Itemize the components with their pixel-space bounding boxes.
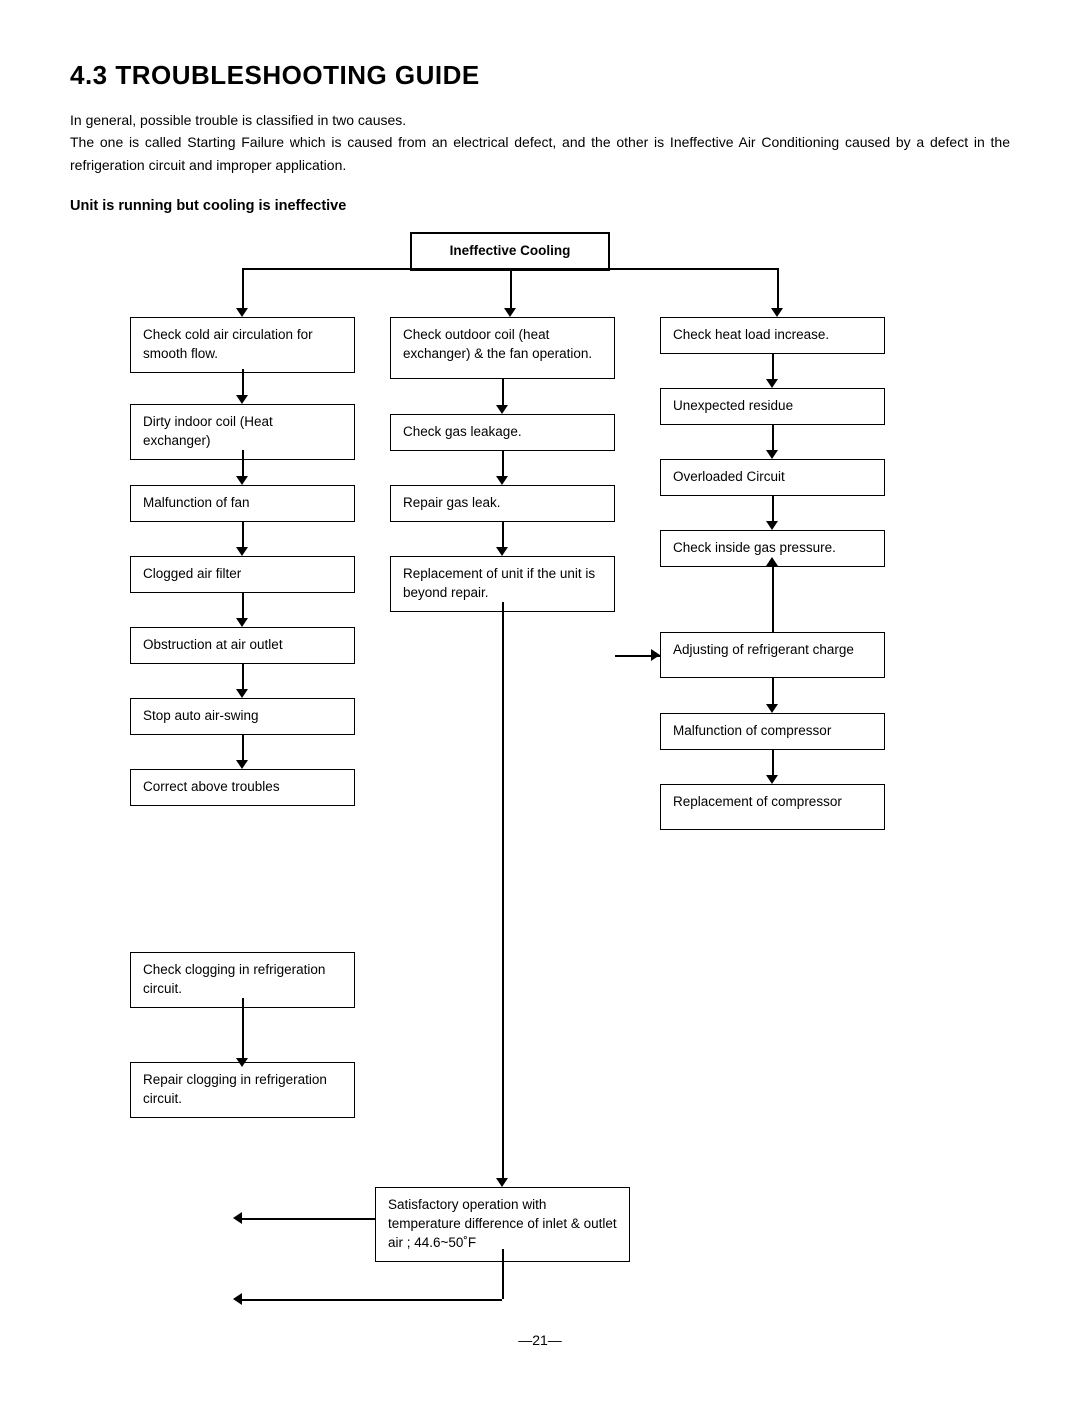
box-col1-7: Correct above troubles [130,769,355,806]
arr-c2-2h [496,476,508,485]
box-col3-1: Check heat load increase. [660,317,885,354]
arr-c1-4h [236,618,248,627]
arrow-ic-center [510,268,512,312]
arr-c1-5h [236,689,248,698]
arr-c3-5h [766,704,778,713]
arr-c3-6h [766,775,778,784]
box-col1-6: Stop auto air-swing [130,698,355,735]
arr-c3-1h [766,379,778,388]
box-col2-3: Repair gas leak. [390,485,615,522]
arrow-ic-right-head [771,308,783,317]
arr-c3-2h [766,450,778,459]
arrow-ic-left-h [242,268,510,270]
box-col3-3: Overloaded Circuit [660,459,885,496]
arr-c1-6h [236,760,248,769]
intro-text: In general, possible trouble is classifi… [70,109,1010,176]
arr-c1-3h [236,547,248,556]
arr-c2-3h [496,547,508,556]
section-subtitle: Unit is running but cooling is ineffecti… [70,198,1010,214]
box-col3-6: Malfunction of compressor [660,713,885,750]
arr-col1-9-h [242,1299,502,1301]
page-title: 4.3 TROUBLESHOOTING GUIDE [70,60,1010,91]
box-col1-9: Repair clogging in refrigeration circuit… [130,1062,355,1118]
arr-c2-5-left-head [233,1212,242,1224]
box-col3-5: Adjusting of refrigerant charge [660,632,885,678]
arrow-ic-right-v [777,268,779,312]
arr-c1-8-9h [236,1058,248,1067]
arr-c3-4-up-head [766,557,778,566]
box-col1-5: Obstruction at air outlet [130,627,355,664]
arrow-ic-left-v [242,268,244,312]
arr-c3-4-up [772,566,774,632]
box-col2-2: Check gas leakage. [390,414,615,451]
arrow-ic-right-h [510,268,778,270]
arr-col1-9-h-head [233,1293,242,1305]
box-col3-7: Replacement of compressor [660,784,885,830]
arr-c2-5-left [242,1218,375,1220]
arr-c3-5-left-head [651,649,660,661]
arr-c2-4 [502,602,504,1182]
box-ineffective-cooling: Ineffective Cooling [410,232,610,271]
box-col3-2: Unexpected residue [660,388,885,425]
arr-c2-5-down [502,1249,504,1299]
flowchart: Ineffective Cooling Check cold air circu… [70,232,1010,1292]
arr-c1-1h [236,395,248,404]
box-col1-3: Malfunction of fan [130,485,355,522]
page-number: —21— [70,1332,1010,1348]
arrow-ic-center-head [504,308,516,317]
arrow-ic-left-head [236,308,248,317]
arr-c2-4h [496,1178,508,1187]
box-col2-1: Check outdoor coil (heat exchanger) & th… [390,317,615,379]
arr-c2-1h [496,405,508,414]
arr-c3-3h [766,521,778,530]
box-col1-1: Check cold air circulation for smooth fl… [130,317,355,373]
arr-c1-8-9 [242,998,244,1062]
box-col1-4: Clogged air filter [130,556,355,593]
arr-c1-2h [236,476,248,485]
